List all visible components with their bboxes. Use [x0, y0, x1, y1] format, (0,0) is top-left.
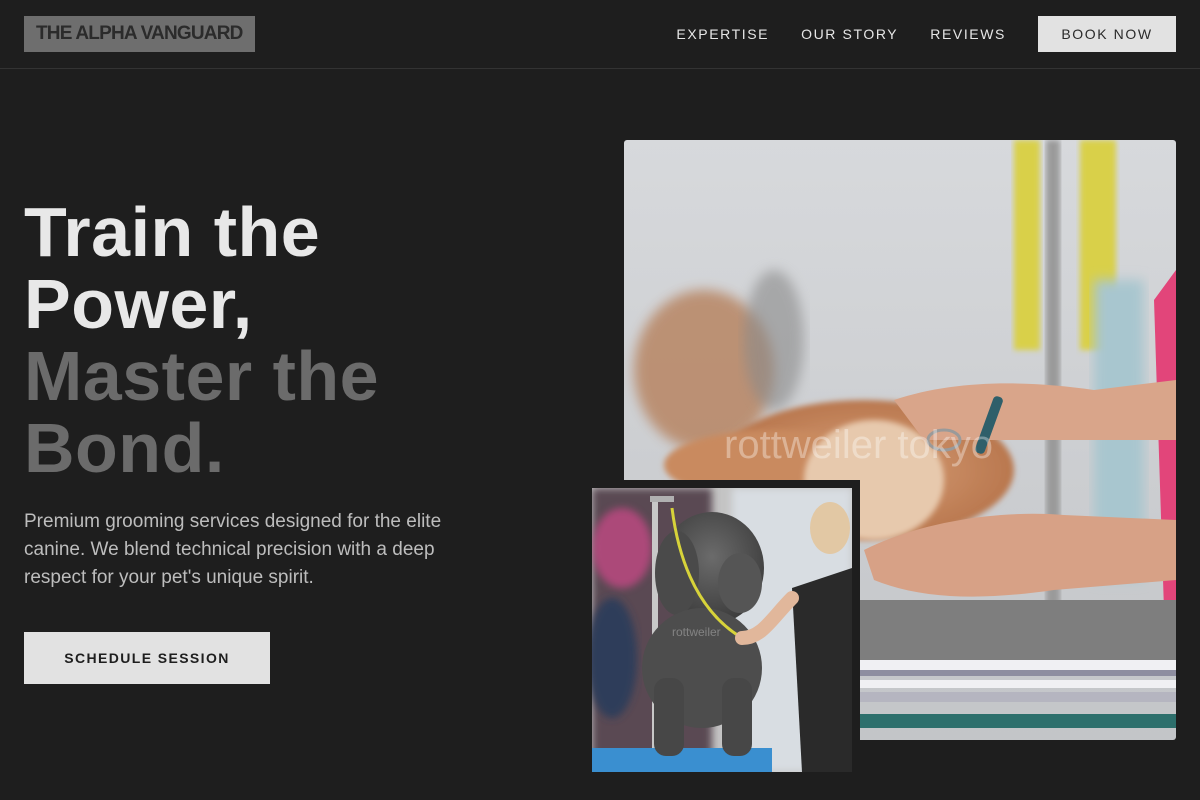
site-header: THE ALPHA VANGUARD EXPERTISE OUR STORY R… [0, 0, 1200, 69]
nav-link-our-story[interactable]: OUR STORY [801, 26, 898, 42]
book-now-button[interactable]: BOOK NOW [1038, 16, 1176, 52]
schedule-session-button[interactable]: SCHEDULE SESSION [24, 632, 270, 684]
nav-link-expertise[interactable]: EXPERTISE [676, 26, 769, 42]
headline-line-1: Train the [24, 193, 321, 271]
main-photo-watermark: rottweiler tokyo [724, 423, 993, 467]
main-nav: EXPERTISE OUR STORY REVIEWS BOOK NOW [676, 16, 1176, 52]
poodle-photo-watermark: rottweiler [672, 625, 721, 639]
site-logo[interactable]: THE ALPHA VANGUARD [24, 16, 255, 52]
grooming-photo-poodle: rottweiler [592, 488, 852, 772]
headline-line-2: Power, [24, 265, 253, 343]
hero-description: Premium grooming services designed for t… [24, 511, 442, 588]
headline-line-3: Master the [24, 337, 380, 415]
nav-link-reviews[interactable]: REVIEWS [930, 26, 1006, 42]
hero-headline: Train the Power, Master the Bond. [24, 196, 379, 484]
headline-line-4: Bond. [24, 409, 225, 487]
grooming-photo-poodle-frame: rottweiler [588, 480, 860, 780]
